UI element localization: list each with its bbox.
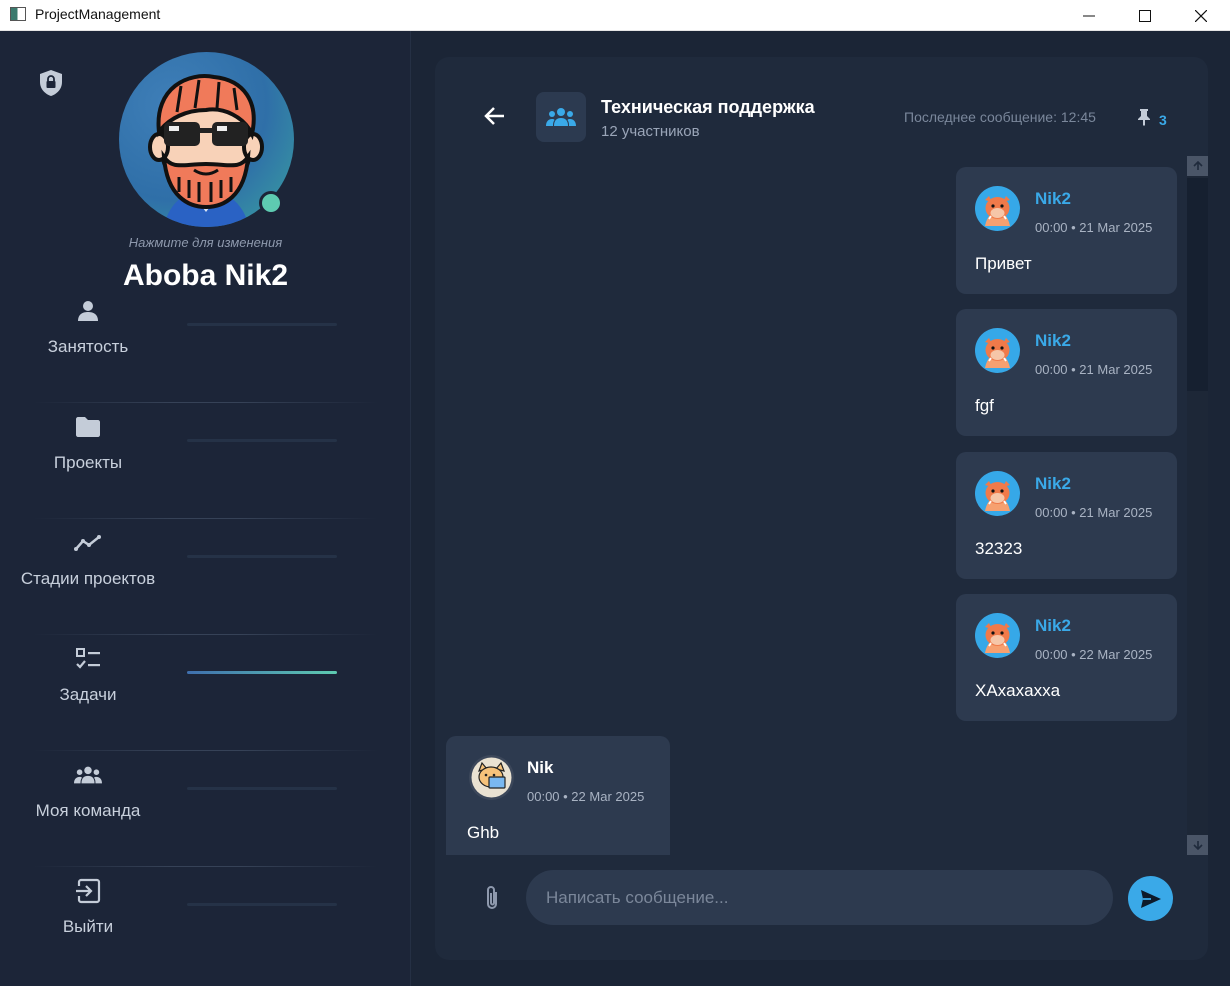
nav-label-projects: Проекты [53,453,123,472]
nav-item-my-team[interactable]: Моя команда [0,751,411,867]
message-author[interactable]: Nik [527,758,553,778]
chat-member-count: 12 участников [601,123,700,140]
maximize-button[interactable] [1122,0,1168,31]
pinned-count: 3 [1159,111,1167,128]
nav-label-project-stages: Стадии проектов [20,569,156,588]
nav-indicator-workload [187,323,337,326]
chat-title: Техническая поддержка [601,97,815,117]
message-text: Ghb [467,823,500,842]
close-button[interactable] [1178,0,1224,31]
last-message-time: Последнее сообщение: 12:45 [904,109,1096,125]
lock-icon[interactable] [38,69,64,102]
nav-indicator-projects [187,439,337,442]
nav-label-my-team: Моя команда [35,801,141,820]
chat-group-icon [536,92,586,142]
nav-indicator-logout [187,903,337,906]
pinned-messages-button[interactable]: 3 [1137,108,1167,131]
nav-indicator-my-team [187,787,337,790]
back-arrow-icon[interactable] [482,103,508,134]
message-input[interactable] [526,870,1113,925]
nav-item-project-stages[interactable]: Стадии проектов [0,519,411,635]
send-icon [1140,889,1161,908]
messages-viewport: Nik 00:00 • 22 Mar 2025 Ghb [436,156,1186,855]
nav-item-projects[interactable]: Проекты [0,403,411,519]
nav-item-workload[interactable]: Занятость [0,287,411,403]
pin-icon [1137,108,1151,131]
author-avatar [469,755,514,800]
message-bubble: Nik 00:00 • 22 Mar 2025 Ghb [446,736,670,855]
logout-icon [74,877,102,905]
scrollbar-thumb[interactable] [1187,178,1208,391]
avatar-change-hint: Нажмите для изменения [128,235,283,250]
nav-indicator-tasks-active [187,671,337,674]
nav-item-tasks[interactable]: Задачи [0,635,411,751]
nav-label-workload: Занятость [47,337,129,356]
person-icon [74,297,102,325]
app-icon [10,7,26,21]
nav-label-tasks: Задачи [59,685,117,704]
nav-label-logout: Выйти [62,917,114,936]
send-button[interactable] [1128,876,1173,921]
scroll-down-button[interactable] [1187,835,1208,855]
nav-indicator-project-stages [187,555,337,558]
window-titlebar: ProjectManagement [0,0,1230,31]
folder-icon [74,413,102,441]
team-icon [74,761,102,789]
trend-icon [74,529,102,557]
minimize-button[interactable] [1066,0,1112,31]
sidebar: Нажмите для изменения Aboba Nik2 Занятос… [0,31,411,986]
scroll-up-button[interactable] [1187,156,1208,176]
window-title: ProjectManagement [35,6,161,22]
checklist-icon [74,645,102,673]
message-timestamp: 00:00 • 22 Mar 2025 [527,789,645,804]
online-status-dot [259,191,283,215]
attach-paperclip-icon[interactable] [479,884,505,917]
nav-item-logout[interactable]: Выйти [0,867,411,983]
